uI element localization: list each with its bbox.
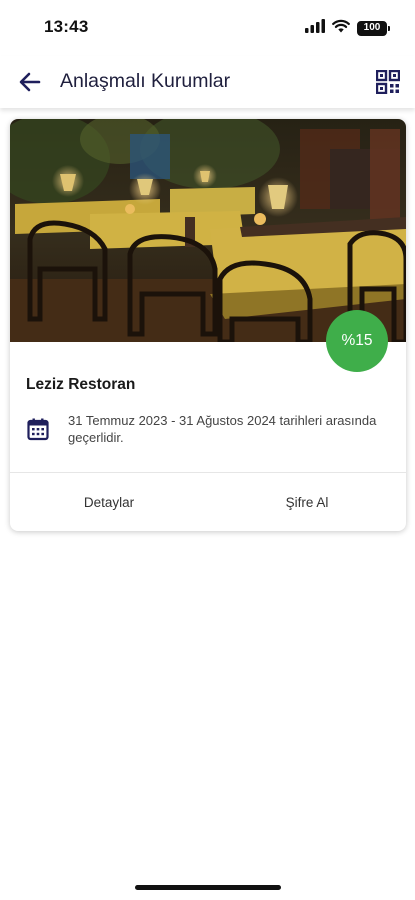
calendar-icon — [26, 417, 50, 441]
app-bar: Anlaşmalı Kurumlar — [0, 56, 415, 108]
qr-code-icon — [376, 70, 400, 94]
back-arrow-icon — [19, 72, 41, 92]
signal-icon — [305, 19, 325, 38]
page-title: Anlaşmalı Kurumlar — [60, 70, 231, 92]
validity-text: 31 Temmuz 2023 - 31 Ağustos 2024 tarihle… — [68, 413, 377, 445]
status-icons: 100 — [305, 19, 390, 38]
discount-badge: %15 — [326, 310, 388, 372]
institution-card[interactable]: %15 Leziz Restoran 31 Temmuz 2023 - 31 A… — [10, 119, 406, 531]
get-password-button[interactable]: Şifre Al — [208, 473, 406, 531]
home-indicator[interactable] — [135, 885, 281, 890]
institution-name: Leziz Restoran — [26, 376, 136, 393]
details-button[interactable]: Detaylar — [10, 473, 208, 531]
qr-code-button[interactable] — [374, 68, 402, 96]
battery-icon: 100 — [357, 21, 390, 36]
restaurant-photo — [10, 119, 406, 342]
status-time: 13:43 — [44, 17, 89, 36]
back-button[interactable] — [16, 68, 44, 96]
wifi-icon — [332, 19, 350, 38]
status-bar: 13:43 100 — [0, 0, 415, 56]
